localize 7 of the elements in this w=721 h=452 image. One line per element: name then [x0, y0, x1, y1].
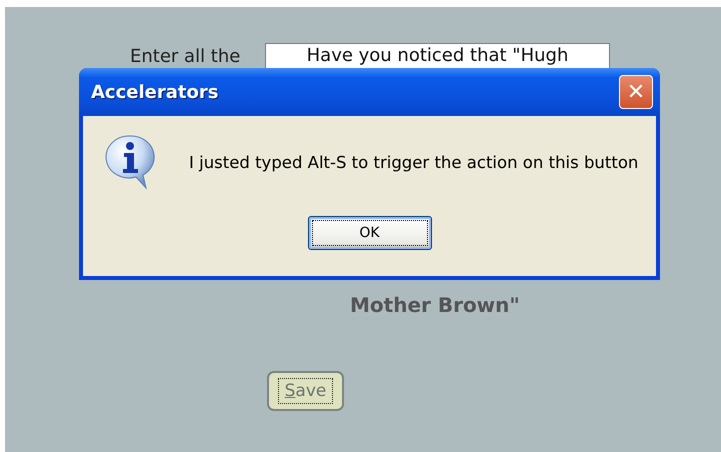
field-label: Enter all the: [130, 47, 242, 67]
dialog-title: Accelerators: [91, 82, 218, 102]
info-icon: [105, 134, 155, 190]
caption-text: Mother Brown": [350, 293, 521, 317]
ok-button[interactable]: OK: [308, 216, 432, 250]
dialog-message: I justed typed Alt-S to trigger the action on this button: [189, 152, 638, 172]
save-button[interactable]: Save: [267, 371, 344, 411]
